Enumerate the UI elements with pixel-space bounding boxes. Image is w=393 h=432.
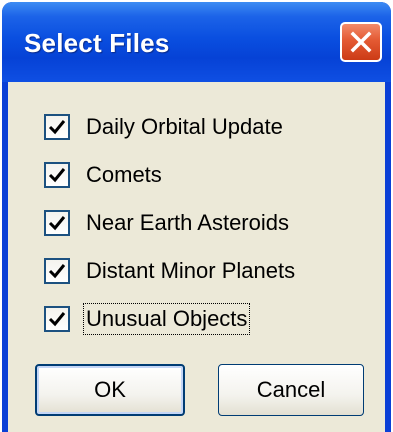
- option-label: Near Earth Asteroids: [86, 210, 289, 235]
- option-label: Comets: [86, 162, 162, 187]
- dialog-body: Daily Orbital Update Comets Near Earth A…: [8, 82, 385, 432]
- option-distant-minor-planets[interactable]: Distant Minor Planets: [44, 254, 297, 288]
- option-label: Daily Orbital Update: [86, 114, 283, 139]
- checkbox-comets[interactable]: [44, 162, 70, 188]
- option-label: Distant Minor Planets: [86, 258, 296, 283]
- option-comets[interactable]: Comets: [44, 158, 164, 192]
- checkmark-icon: [48, 120, 66, 135]
- close-button[interactable]: [340, 22, 382, 62]
- close-x-icon: [350, 31, 372, 53]
- checkbox-daily-orbital-update[interactable]: [44, 114, 70, 140]
- checkbox-unusual-objects[interactable]: [44, 306, 70, 332]
- option-unusual-objects[interactable]: Unusual Objects: [44, 302, 251, 336]
- select-files-dialog: Select Files Daily Orbital Update Comets: [2, 2, 391, 432]
- checkmark-icon: [48, 312, 66, 327]
- option-daily-orbital-update[interactable]: Daily Orbital Update: [44, 110, 285, 144]
- checkmark-icon: [48, 216, 66, 231]
- cancel-button[interactable]: Cancel: [218, 364, 364, 416]
- option-label: Unusual Objects: [82, 303, 251, 335]
- ok-button[interactable]: OK: [35, 364, 185, 416]
- checkmark-icon: [48, 168, 66, 183]
- title-bar[interactable]: Select Files: [2, 2, 391, 82]
- option-near-earth-asteroids[interactable]: Near Earth Asteroids: [44, 206, 291, 240]
- checkmark-icon: [48, 264, 66, 279]
- dialog-title: Select Files: [24, 28, 170, 58]
- checkbox-near-earth-asteroids[interactable]: [44, 210, 70, 236]
- checkbox-distant-minor-planets[interactable]: [44, 258, 70, 284]
